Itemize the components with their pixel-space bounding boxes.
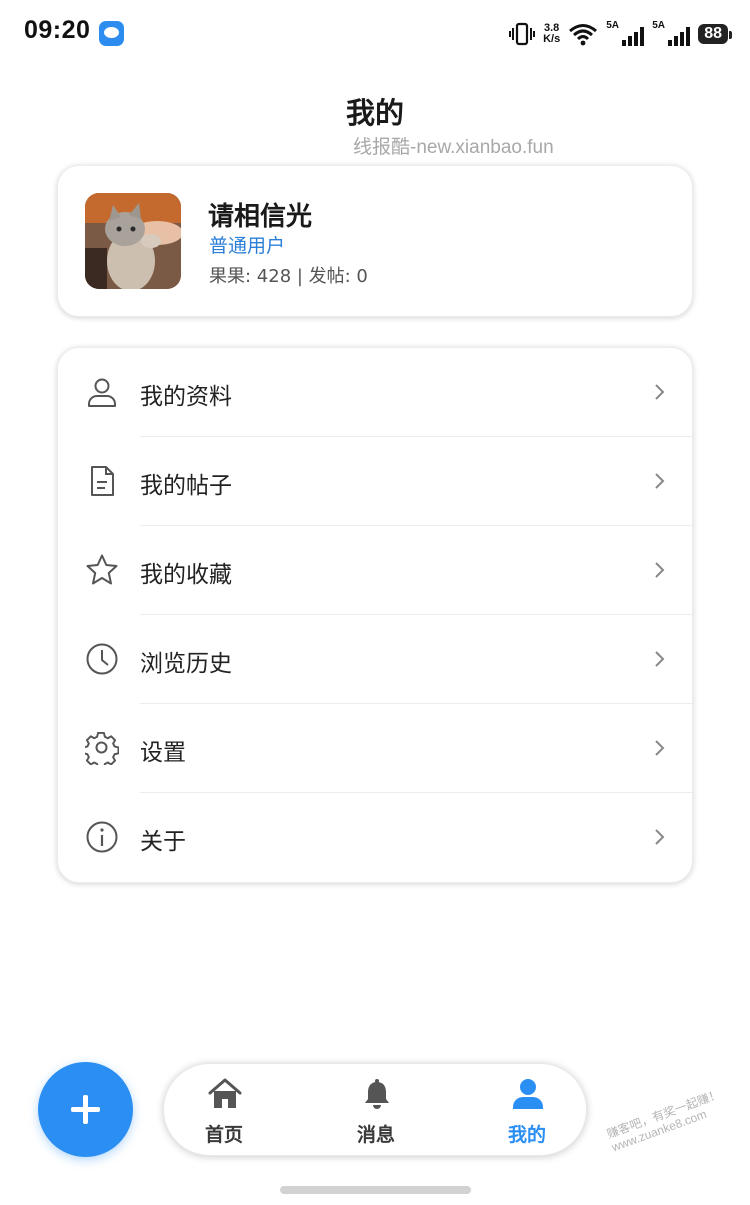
- menu-item-label: 我的帖子: [140, 473, 232, 499]
- chevron-right-icon: [655, 829, 665, 845]
- gear-icon: [85, 731, 119, 765]
- menu-item-label: 浏览历史: [140, 651, 232, 677]
- page-title: 我的: [345, 96, 404, 130]
- menu-item-label: 我的收藏: [140, 562, 232, 588]
- document-icon: [91, 466, 114, 496]
- menu-item-label: 我的资料: [140, 384, 232, 410]
- sim1-label: 5A: [606, 20, 619, 31]
- bell-icon: [365, 1079, 389, 1109]
- message-app-icon: [99, 21, 124, 46]
- new-post-button[interactable]: [38, 1062, 133, 1157]
- menu-card: 我的资料 我的帖子 我的收藏 浏览历史 设置 关于: [57, 347, 693, 883]
- chevron-right-icon: [655, 384, 665, 400]
- menu-item-my-posts[interactable]: 我的帖子: [58, 437, 692, 526]
- menu-item-label: 设置: [140, 740, 186, 766]
- avatar-image: [85, 193, 181, 289]
- user-name: 请相信光: [208, 202, 313, 232]
- menu-item-profile[interactable]: 我的资料: [58, 348, 692, 437]
- net-speed: 3.8 K/s: [543, 23, 560, 45]
- user-icon: [88, 378, 116, 407]
- signal-icon-sim1: 5A: [606, 20, 645, 46]
- plus-icon: [71, 1095, 100, 1124]
- nav-label: 消息: [356, 1124, 395, 1146]
- status-icons: 3.8 K/s 5A 5A 88: [509, 18, 732, 50]
- menu-item-favorites[interactable]: 我的收藏: [58, 526, 692, 615]
- nav-item-me[interactable]: 我的: [467, 1064, 587, 1157]
- menu-item-about[interactable]: 关于: [58, 793, 692, 882]
- chevron-right-icon: [655, 651, 665, 667]
- battery-icon: 88: [698, 24, 732, 44]
- chevron-right-icon: [655, 473, 665, 489]
- chevron-right-icon: [655, 740, 665, 756]
- nav-label: 首页: [204, 1124, 243, 1146]
- nav-label: 我的: [507, 1124, 546, 1146]
- vibrate-icon: [509, 22, 536, 46]
- nav-item-home[interactable]: 首页: [164, 1064, 284, 1157]
- status-bar: 09:20 3.8 K/s 5A 5A 88: [0, 0, 750, 66]
- home-icon: [208, 1078, 242, 1108]
- profile-card[interactable]: 请相信光 普通用户 果果: 428 | 发帖: 0: [57, 165, 693, 317]
- star-icon: [86, 554, 118, 585]
- corner-watermark: 赚客吧，有奖一起赚！ www.zuanke8.com: [605, 1087, 727, 1154]
- menu-item-settings[interactable]: 设置: [58, 704, 692, 793]
- signal-icon-sim2: 5A: [652, 20, 691, 46]
- menu-item-label: 关于: [140, 829, 186, 855]
- status-time: 09:20: [24, 16, 91, 44]
- user-stats: 果果: 428 | 发帖: 0: [209, 266, 368, 287]
- person-icon: [513, 1079, 543, 1109]
- nav-item-messages[interactable]: 消息: [316, 1064, 436, 1157]
- avatar[interactable]: [85, 193, 181, 289]
- bottom-nav: 首页 消息 我的: [163, 1063, 587, 1156]
- home-indicator[interactable]: [280, 1186, 471, 1194]
- menu-item-history[interactable]: 浏览历史: [58, 615, 692, 704]
- clock-icon: [86, 643, 118, 675]
- user-level: 普通用户: [209, 235, 286, 257]
- sim2-label: 5A: [652, 20, 665, 31]
- chevron-right-icon: [655, 562, 665, 578]
- net-speed-unit: K/s: [543, 33, 561, 45]
- wifi-icon: [569, 24, 598, 46]
- info-icon: [86, 821, 118, 853]
- watermark-text: 线报酷-new.xianbao.fun: [353, 137, 554, 158]
